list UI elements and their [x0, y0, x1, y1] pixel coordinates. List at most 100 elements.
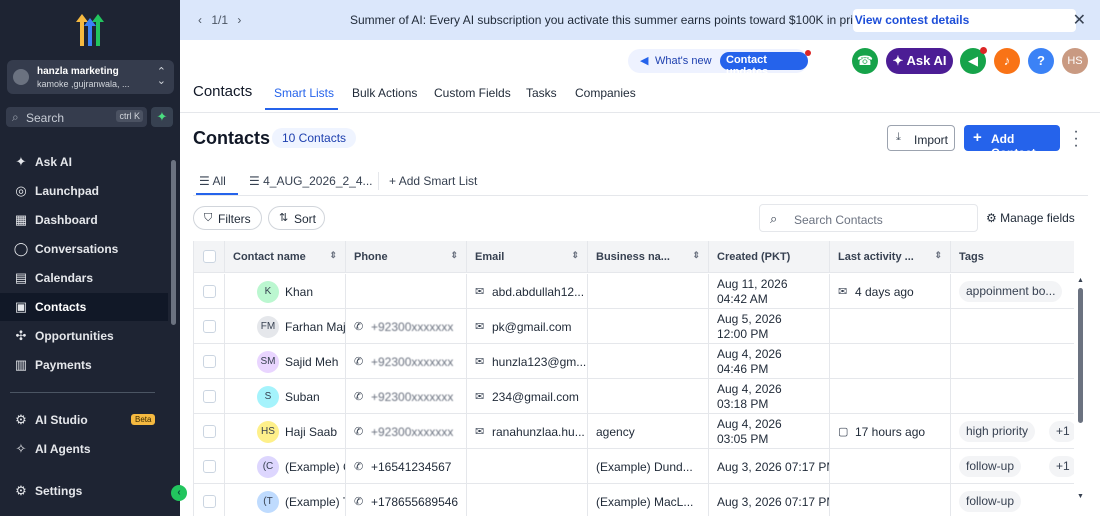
tag-chip[interactable]: high priority [959, 421, 1036, 442]
business-value: (Example) Dund... [596, 460, 693, 474]
column-tags[interactable]: Tags [951, 241, 1074, 273]
table-row[interactable]: K Khan ✉ abd.abdullah12... Aug 11, 2026 04:42… [194, 274, 1074, 309]
tag-chip[interactable]: follow-up [959, 456, 1022, 477]
row-select-cell [194, 379, 225, 414]
import-button[interactable]: ⤓ Import [887, 125, 955, 151]
contacts-table: Contact name ⇕ Phone ⇕ Email ⇕ Business na.… [193, 241, 1088, 516]
email-value[interactable]: 234@gmail.com [492, 390, 579, 404]
column-email[interactable]: Email ⇕ [467, 241, 588, 273]
tab-bulk-actions[interactable]: Bulk Actions [352, 86, 417, 100]
contact-name-link[interactable]: Haji Saab [285, 425, 337, 439]
phone-cell: ✆ +92300xxxxxxx [346, 379, 467, 414]
table-row[interactable]: SM Sajid Meh ✆ +92300xxxxxxx ✉ hunzla123@gm..… [194, 344, 1074, 379]
email-value[interactable]: ranahunzlaa.hu... [492, 425, 585, 439]
table-row[interactable]: (T (Example) Tayl... ✆ +178655689546 (Exampl… [194, 484, 1074, 516]
contact-name-link[interactable]: Suban [285, 390, 320, 404]
row-checkbox[interactable] [203, 390, 216, 403]
column-phone[interactable]: Phone ⇕ [346, 241, 467, 273]
user-avatar[interactable]: HS [1062, 48, 1088, 74]
email-cell: ✉ 234@gmail.com [467, 379, 588, 414]
email-value[interactable]: hunzla123@gm... [492, 355, 586, 369]
smart-list-all[interactable]: ☰ All [199, 174, 226, 188]
chevron-left-icon[interactable]: ‹ [198, 13, 202, 27]
table-row[interactable]: (C (Example) Cas... ✆ +16541234567 (Example)… [194, 449, 1074, 484]
contact-avatar: (C [257, 456, 279, 478]
filters-button[interactable]: ⛉ Filters [193, 206, 262, 230]
sidebar-item-calendars[interactable]: ▤ Calendars [0, 264, 168, 292]
contact-name-cell: (C (Example) Cas... [225, 449, 346, 484]
sidebar-item-ai-studio[interactable]: ⚙ AI Studio Beta [0, 406, 168, 434]
chevron-right-icon[interactable]: › [237, 13, 241, 27]
tab-custom-fields[interactable]: Custom Fields [434, 86, 511, 100]
view-contest-button[interactable]: View contest details [853, 9, 1076, 32]
sidebar-scrollbar[interactable] [171, 160, 176, 325]
table-row[interactable]: HS Haji Saab ✆ +92300xxxxxxx ✉ ranahunzlaa.hu… [194, 414, 1074, 449]
sidebar-item-settings[interactable]: ⚙ Settings [0, 477, 168, 505]
phone-value[interactable]: +16541234567 [371, 460, 451, 474]
collapse-sidebar-button[interactable]: ‹ [171, 485, 187, 501]
contact-name-link[interactable]: Khan [285, 285, 313, 299]
sidebar-item-conversations[interactable]: ◯ Conversations [0, 235, 168, 263]
sidebar-item-opportunities[interactable]: ✣ Opportunities [0, 322, 168, 350]
add-smart-list-button[interactable]: + Add Smart List [389, 174, 477, 188]
contact-name-link[interactable]: Farhan Majeed [285, 320, 345, 334]
sort-button[interactable]: ⇅ Sort [268, 206, 325, 230]
sidebar-item-contacts[interactable]: ▣ Contacts [0, 293, 168, 321]
row-checkbox[interactable] [203, 285, 216, 298]
more-tags-chip[interactable]: +1 [1049, 456, 1074, 477]
phone-button[interactable]: ☎ [852, 48, 878, 74]
close-icon[interactable]: ✕ [1073, 10, 1086, 30]
more-options-icon[interactable]: · · · [1071, 124, 1081, 154]
row-checkbox[interactable] [203, 425, 216, 438]
sidebar-item-label: Settings [35, 484, 83, 498]
manage-fields-button[interactable]: ⚙ Manage fields [986, 211, 1075, 225]
help-button[interactable]: ? [1028, 48, 1054, 74]
whats-new-pill[interactable]: ◀ What's new Contact updates [628, 49, 811, 78]
scroll-down-icon[interactable]: ▼ [1077, 493, 1084, 500]
contact-name-link[interactable]: (Example) Tayl... [285, 495, 345, 509]
email-value[interactable]: pk@gmail.com [492, 320, 572, 334]
add-contact-button[interactable]: + Add Contact [964, 125, 1060, 160]
phone-value[interactable]: +92300xxxxxxx [371, 425, 453, 439]
created-date: Aug 4, 2026 [717, 417, 782, 431]
tab-smart-lists[interactable]: Smart Lists [274, 86, 334, 100]
smart-list-aug[interactable]: ☰ 4_AUG_2026_2_4... [249, 174, 373, 188]
column-contact-name[interactable]: Contact name ⇕ [225, 241, 346, 273]
sidebar-item-ask-ai[interactable]: ✦ Ask AI [0, 148, 168, 176]
search-contacts-input[interactable]: ⌕ Search Contacts [759, 204, 978, 232]
tab-companies[interactable]: Companies [575, 86, 636, 100]
contact-name-link[interactable]: (Example) Cas... [285, 460, 345, 474]
ask-ai-button[interactable]: ✦ Ask AI [886, 48, 953, 74]
row-checkbox[interactable] [203, 355, 216, 368]
select-all-checkbox[interactable] [203, 250, 216, 263]
tag-chip[interactable]: appoinment bo... [959, 281, 1063, 302]
table-row[interactable]: FM Farhan Majeed ✆ +92300xxxxxxx ✉ pk@gmail.c… [194, 309, 1074, 344]
sidebar-item-dashboard[interactable]: ▦ Dashboard [0, 206, 168, 234]
notifications-bell-button[interactable]: ♪ [994, 48, 1020, 74]
phone-value[interactable]: +92300xxxxxxx [371, 390, 453, 404]
column-created[interactable]: Created (PKT) [709, 241, 830, 273]
row-checkbox[interactable] [203, 495, 216, 508]
more-tags-chip[interactable]: +1 [1049, 421, 1074, 442]
tab-tasks[interactable]: Tasks [526, 86, 557, 100]
quick-action-button[interactable]: ✦ [151, 107, 173, 127]
sidebar-search[interactable]: ⌕ Search ctrl K [6, 107, 147, 127]
phone-value[interactable]: +178655689546 [371, 495, 458, 509]
row-checkbox[interactable] [203, 320, 216, 333]
phone-value[interactable]: +92300xxxxxxx [371, 320, 453, 334]
sidebar-item-launchpad[interactable]: ◎ Launchpad [0, 177, 168, 205]
column-last-activity[interactable]: Last activity ... ⇕ [830, 241, 951, 273]
table-scrollbar[interactable] [1078, 288, 1083, 423]
email-value[interactable]: abd.abdullah12... [492, 285, 584, 299]
phone-value[interactable]: +92300xxxxxxx [371, 355, 453, 369]
contact-updates-badge[interactable]: Contact updates [720, 52, 808, 78]
sidebar-item-payments[interactable]: ▥ Payments [0, 351, 168, 379]
table-row[interactable]: S Suban ✆ +92300xxxxxxx ✉ 234@gmail.com Aug 4,… [194, 379, 1074, 414]
column-business[interactable]: Business na... ⇕ [588, 241, 709, 273]
contact-name-link[interactable]: Sajid Meh [285, 355, 338, 369]
account-switcher[interactable]: hanzla marketing kamoke ,gujranwala, ...… [7, 60, 174, 94]
scroll-up-icon[interactable]: ▲ [1077, 277, 1084, 284]
row-checkbox[interactable] [203, 460, 216, 473]
tag-chip[interactable]: follow-up [959, 491, 1022, 512]
sidebar-item-ai-agents[interactable]: ✧ AI Agents [0, 435, 168, 463]
